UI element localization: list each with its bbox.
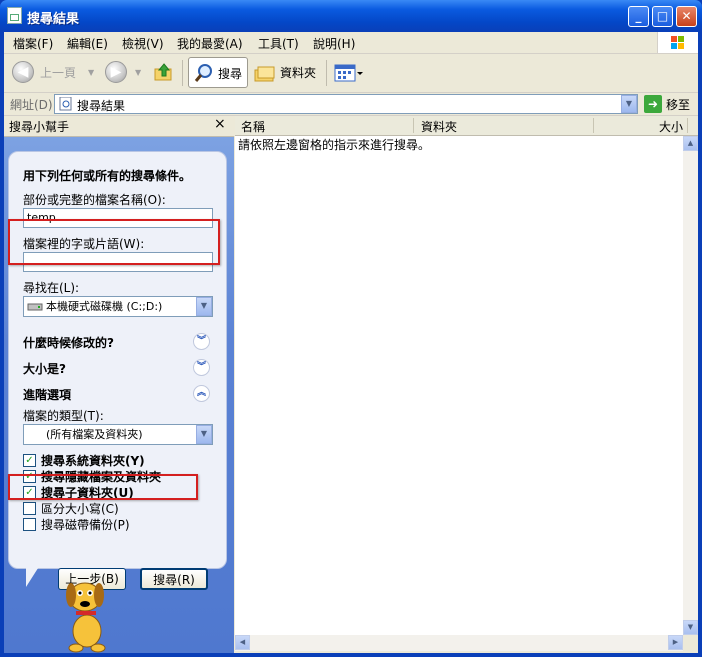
scroll-left-icon[interactable]: ◀ bbox=[235, 635, 250, 650]
criteria-heading: 用下列任何或所有的搜尋條件。 bbox=[23, 169, 192, 183]
go-button[interactable]: 移至 bbox=[666, 96, 690, 113]
address-value: 搜尋結果 bbox=[77, 99, 126, 113]
expand-chevron-icon[interactable]: ︾ bbox=[193, 333, 210, 350]
highlight-box bbox=[8, 474, 198, 500]
scroll-right-icon[interactable]: ▶ bbox=[668, 635, 683, 650]
file-type-dropdown-icon[interactable]: ▼ bbox=[196, 425, 212, 444]
file-type-value: (所有檔案及資料夾) bbox=[46, 428, 143, 441]
size-grip[interactable] bbox=[683, 635, 698, 651]
scroll-up-icon[interactable]: ▲ bbox=[683, 136, 698, 151]
views-icon[interactable] bbox=[334, 58, 364, 88]
go-arrow-icon[interactable]: ➜ bbox=[644, 95, 662, 113]
collapse-chevron-icon[interactable]: ︽ bbox=[193, 385, 210, 402]
explorer-window: 搜尋結果 _ □ ✕ 檔案(F) 編輯(E) 檢視(V) 我的最愛(A) 工具(… bbox=[0, 0, 702, 657]
assistant-title: 搜尋小幫手 bbox=[9, 120, 70, 134]
address-dropdown-icon[interactable]: ▼ bbox=[621, 95, 637, 113]
column-separator[interactable] bbox=[687, 118, 688, 133]
window-title: 搜尋結果 bbox=[27, 12, 80, 27]
maximize-button[interactable]: □ bbox=[652, 6, 673, 27]
menu-favorites[interactable]: 我的最愛(A) bbox=[177, 35, 243, 52]
option-label[interactable]: 區分大小寫(C) bbox=[41, 500, 119, 517]
address-input[interactable]: 搜尋結果 ▼ bbox=[54, 94, 638, 114]
results-message: 請依照左邊窗格的指示來進行搜尋。 bbox=[238, 138, 431, 152]
rover-dog-icon[interactable] bbox=[52, 573, 122, 653]
toolbar-separator bbox=[182, 60, 183, 86]
minimize-button[interactable]: _ bbox=[628, 6, 649, 27]
option-checkbox[interactable] bbox=[23, 502, 36, 515]
horizontal-scrollbar[interactable]: ◀ ▶ bbox=[235, 635, 683, 651]
file-type-select[interactable]: (所有檔案及資料夾) ▼ bbox=[23, 424, 213, 445]
speech-bubble-tail bbox=[26, 565, 40, 587]
toolbar: ◀ 上一頁 ▼ ▶ ▼ 搜尋 資料夾 bbox=[4, 54, 698, 93]
toolbar-separator bbox=[326, 60, 327, 86]
hard-drive-icon bbox=[27, 303, 43, 311]
assistant-close-icon[interactable]: × bbox=[214, 116, 226, 132]
search-assistant-pane: 用下列任何或所有的搜尋條件。 部份或完整的檔案名稱(O): temp 檔案裡的字… bbox=[4, 137, 234, 653]
windows-logo-icon bbox=[657, 32, 698, 53]
close-button[interactable]: ✕ bbox=[676, 6, 697, 27]
search-results-icon bbox=[7, 7, 22, 24]
search-criteria-panel: 用下列任何或所有的搜尋條件。 部份或完整的檔案名稱(O): temp 檔案裡的字… bbox=[8, 151, 227, 590]
column-size[interactable]: 大小 bbox=[659, 118, 683, 135]
up-folder-icon[interactable] bbox=[153, 58, 175, 88]
address-bar: 網址(D) 搜尋結果 ▼ ➜ 移至 bbox=[4, 93, 698, 116]
back-button-label[interactable]: 上一頁 bbox=[40, 58, 76, 88]
back-arrow-icon[interactable]: ◀ bbox=[12, 61, 34, 83]
forward-dropdown-icon[interactable]: ▼ bbox=[135, 58, 141, 88]
folders-button-label[interactable]: 資料夾 bbox=[280, 58, 316, 88]
magnifier-icon bbox=[194, 64, 212, 82]
folders-icon[interactable] bbox=[253, 58, 277, 88]
look-in-value: 本機硬式磁碟機 (C:;D:) bbox=[46, 300, 163, 313]
forward-arrow-icon[interactable]: ▶ bbox=[105, 61, 127, 83]
advanced-options-link[interactable]: 進階選項 bbox=[23, 386, 71, 403]
search-button-label: 搜尋 bbox=[218, 67, 243, 81]
search-submit-button[interactable]: 搜尋(R) bbox=[140, 568, 208, 590]
option-label[interactable]: 搜尋磁帶備份(P) bbox=[41, 516, 130, 533]
scroll-down-icon[interactable]: ▼ bbox=[683, 620, 698, 635]
expand-chevron-icon[interactable]: ︾ bbox=[193, 359, 210, 376]
column-name[interactable]: 名稱 bbox=[241, 118, 265, 135]
highlight-box bbox=[8, 219, 220, 265]
back-dropdown-icon[interactable]: ▼ bbox=[88, 58, 94, 88]
column-separator[interactable] bbox=[413, 118, 414, 133]
search-results-icon bbox=[59, 97, 72, 111]
window-body: 檔案(F) 編輯(E) 檢視(V) 我的最愛(A) 工具(T) 說明(H) ◀ … bbox=[4, 32, 698, 653]
search-button[interactable]: 搜尋 bbox=[188, 57, 248, 88]
menu-view[interactable]: 檢視(V) bbox=[122, 35, 164, 52]
column-separator[interactable] bbox=[593, 118, 594, 133]
menu-help[interactable]: 說明(H) bbox=[313, 35, 355, 52]
menu-tools[interactable]: 工具(T) bbox=[258, 35, 299, 52]
menu-edit[interactable]: 編輯(E) bbox=[67, 35, 108, 52]
option-checkbox[interactable]: ✓ bbox=[23, 454, 36, 467]
look-in-select[interactable]: 本機硬式磁碟機 (C:;D:) ▼ bbox=[23, 296, 213, 317]
when-modified-link[interactable]: 什麼時候修改的? bbox=[23, 334, 114, 351]
menu-file[interactable]: 檔案(F) bbox=[13, 35, 53, 52]
file-type-label: 檔案的類型(T): bbox=[23, 409, 104, 423]
title-bar[interactable]: 搜尋結果 _ □ ✕ bbox=[0, 0, 702, 32]
menu-bar: 檔案(F) 編輯(E) 檢視(V) 我的最愛(A) 工具(T) 說明(H) bbox=[4, 32, 698, 54]
look-in-label: 尋找在(L): bbox=[23, 281, 80, 295]
results-list[interactable]: 請依照左邊窗格的指示來進行搜尋。 bbox=[235, 136, 683, 635]
assistant-header: 搜尋小幫手 × bbox=[4, 116, 234, 137]
look-in-dropdown-icon[interactable]: ▼ bbox=[196, 297, 212, 316]
option-checkbox[interactable] bbox=[23, 518, 36, 531]
results-header: 名稱 資料夾 大小 bbox=[235, 116, 698, 136]
option-label[interactable]: 搜尋系統資料夾(Y) bbox=[41, 452, 145, 469]
address-label: 網址(D) bbox=[10, 98, 53, 112]
vertical-scrollbar[interactable]: ▲ ▼ bbox=[683, 136, 698, 635]
filename-label: 部份或完整的檔案名稱(O): bbox=[23, 193, 166, 207]
column-folder[interactable]: 資料夾 bbox=[421, 118, 457, 135]
size-link[interactable]: 大小是? bbox=[23, 360, 66, 377]
